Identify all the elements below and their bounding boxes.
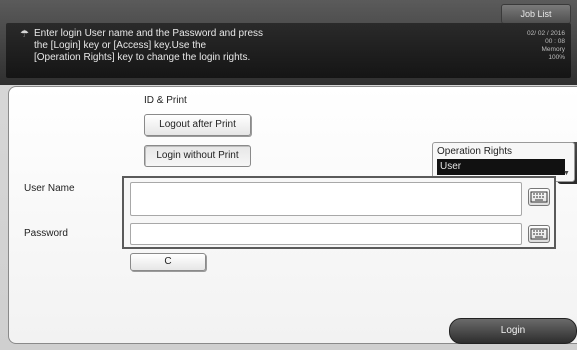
chevron-down-icon: ▼ bbox=[563, 170, 570, 177]
clear-button[interactable]: C bbox=[130, 253, 206, 271]
status-time: 00 : 08 bbox=[545, 38, 565, 45]
device-status: 02/ 02 / 2016 00 : 08 Memory 100% bbox=[475, 30, 565, 62]
instruction-line: [Operation Rights] key to change the log… bbox=[34, 52, 251, 63]
keyboard-icon bbox=[530, 228, 548, 240]
credentials-group bbox=[122, 176, 556, 249]
login-instructions: Enter login User name and the Password a… bbox=[34, 28, 354, 64]
login-without-print-button[interactable]: Login without Print bbox=[144, 145, 251, 167]
status-date: 02/ 02 / 2016 bbox=[527, 30, 565, 37]
keyboard-icon bbox=[530, 191, 548, 203]
password-keyboard-button[interactable] bbox=[528, 225, 550, 243]
operation-rights-title: Operation Rights bbox=[437, 146, 513, 157]
logout-after-print-button[interactable]: Logout after Print bbox=[144, 114, 251, 136]
memory-value: 100% bbox=[548, 54, 565, 61]
instruction-line: the [Login] key or [Access] key.Use the bbox=[34, 40, 207, 51]
id-print-label: ID & Print bbox=[144, 95, 187, 106]
top-status-bar: Job List ☂ Enter login User name and the… bbox=[0, 0, 577, 85]
user-name-label: User Name bbox=[24, 183, 75, 194]
user-name-keyboard-button[interactable] bbox=[528, 188, 550, 206]
login-screen: Job List ☂ Enter login User name and the… bbox=[0, 0, 577, 350]
operation-rights-value: User bbox=[437, 159, 565, 175]
password-label: Password bbox=[24, 228, 68, 239]
login-button[interactable]: Login bbox=[449, 318, 577, 344]
password-field[interactable] bbox=[130, 223, 522, 245]
user-name-field[interactable] bbox=[130, 182, 522, 216]
job-list-button[interactable]: Job List bbox=[501, 4, 571, 24]
instruction-line: Enter login User name and the Password a… bbox=[34, 28, 264, 39]
info-bulb-icon: ☂ bbox=[20, 29, 29, 40]
memory-label: Memory bbox=[541, 46, 565, 53]
